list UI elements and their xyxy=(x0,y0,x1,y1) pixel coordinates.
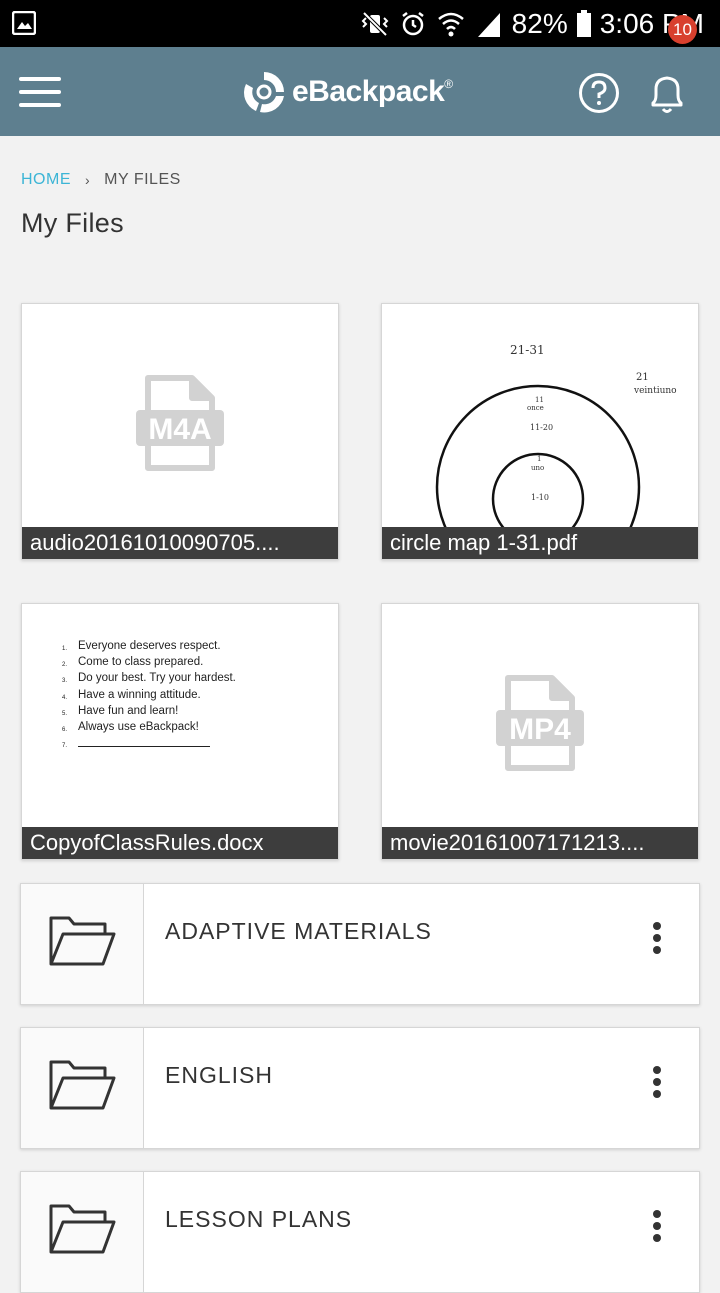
folder-icon-box xyxy=(21,884,144,1004)
m4a-type-label: M4A xyxy=(148,413,211,446)
breadcrumb-current: MY FILES xyxy=(104,171,181,188)
file-tile-audio[interactable]: M4A audio20161010090705.... xyxy=(21,303,339,560)
breadcrumb: HOME › MY FILES xyxy=(21,171,181,189)
wifi-icon xyxy=(437,12,464,37)
gallery-notification-icon xyxy=(12,11,36,35)
status-icons: 82% 3:06 PM xyxy=(360,6,704,42)
breadcrumb-home-link[interactable]: HOME xyxy=(21,171,71,189)
folder-icon xyxy=(49,1060,116,1110)
doc-line: 4. Have a winning attitude. xyxy=(62,688,201,701)
brand-name: eBackpack xyxy=(292,75,445,108)
more-options-icon[interactable] xyxy=(651,922,663,962)
battery-icon xyxy=(576,10,591,37)
file-tile-pdf[interactable]: 21-31 21 veintiuno 11 once 11-20 1 uno 1… xyxy=(381,303,699,560)
pdf-inner-range: 1-10 xyxy=(531,493,549,502)
file-tile-docx[interactable]: 1. Everyone deserves respect. 2. Come to c… xyxy=(21,603,339,860)
folder-row-lesson-plans[interactable]: LESSON PLANS xyxy=(20,1171,700,1293)
alarm-icon xyxy=(401,12,424,36)
help-icon[interactable] xyxy=(578,72,620,114)
mp4-file-icon: MP4 xyxy=(496,675,584,771)
pdf-outer-range: 11-20 xyxy=(530,423,553,432)
doc-line: 7. xyxy=(62,737,236,753)
mp4-type-label: MP4 xyxy=(509,713,571,746)
pdf-top-label: 21-31 xyxy=(510,343,545,357)
folder-row-adaptive-materials[interactable]: ADAPTIVE MATERIALS xyxy=(20,883,700,1005)
pdf-inner-label-2: uno xyxy=(531,464,544,472)
menu-icon[interactable] xyxy=(19,77,61,107)
page-title: My Files xyxy=(21,208,124,238)
doc-line: 2. Come to class prepared. xyxy=(62,656,204,669)
doc-line: 5. Have fun and learn! xyxy=(62,704,179,717)
m4a-file-icon: M4A xyxy=(136,375,224,471)
vibrate-mute-icon xyxy=(361,11,389,37)
folder-row-english[interactable]: ENGLISH xyxy=(20,1027,700,1149)
pdf-outer-label-2: once xyxy=(527,404,544,412)
battery-percent: 82% xyxy=(511,8,568,39)
notification-badge[interactable]: 10 xyxy=(668,15,697,44)
file-name: movie20161007171213.... xyxy=(382,827,698,859)
folder-icon xyxy=(49,916,116,966)
folder-label: LESSON PLANS xyxy=(165,1206,353,1232)
file-tile-movie[interactable]: MP4 movie20161007171213.... xyxy=(381,603,699,860)
ebackpack-logo: eBackpack ® xyxy=(240,67,453,117)
pdf-outer-label-1: 11 xyxy=(535,396,544,404)
app-bar: eBackpack ® xyxy=(0,47,720,136)
file-name: audio20161010090705.... xyxy=(22,527,338,559)
doc-line: 1. Everyone deserves respect. xyxy=(62,640,221,652)
signal-icon xyxy=(477,13,500,37)
status-bar: 82% 3:06 PM xyxy=(0,0,720,47)
file-name: circle map 1-31.pdf xyxy=(382,527,698,559)
ebackpack-logo-mark-icon xyxy=(244,72,284,113)
doc-line: 6. Always use eBackpack! xyxy=(62,721,199,734)
pdf-side-label-1: 21 xyxy=(636,372,649,383)
more-options-icon[interactable] xyxy=(651,1066,663,1106)
breadcrumb-separator-icon: › xyxy=(85,172,91,188)
pdf-side-label-2: veintiuno xyxy=(633,386,677,396)
notifications-bell-icon[interactable] xyxy=(644,69,690,117)
folder-label: ADAPTIVE MATERIALS xyxy=(165,918,432,944)
more-options-icon[interactable] xyxy=(651,1210,663,1250)
file-name: CopyofClassRules.docx xyxy=(22,827,338,859)
folder-icon-box xyxy=(21,1172,144,1292)
docx-thumbnail: 1. Everyone deserves respect. 2. Come to c… xyxy=(62,640,236,753)
doc-line: 3. Do your best. Try your hardest. xyxy=(62,672,236,685)
pdf-thumbnail: 21-31 21 veintiuno 11 once 11-20 1 uno 1… xyxy=(435,343,677,529)
folder-icon-box xyxy=(21,1028,144,1148)
folder-icon xyxy=(49,1204,116,1254)
folder-label: ENGLISH xyxy=(165,1062,273,1088)
registered-mark: ® xyxy=(444,77,454,91)
pdf-inner-label-1: 1 xyxy=(537,455,541,463)
